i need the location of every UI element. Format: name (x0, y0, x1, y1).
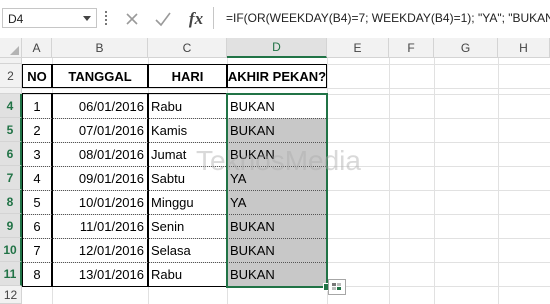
row-header-10[interactable]: 10 (0, 238, 22, 262)
column-header-e[interactable]: E (327, 38, 389, 58)
cell-akhir-pekan-active[interactable]: BUKAN (227, 94, 327, 118)
column-header-d[interactable]: D (227, 38, 327, 58)
quick-analysis-button[interactable] (328, 279, 346, 295)
insert-function-button[interactable]: fx (183, 6, 209, 32)
chevron-down-icon[interactable] (83, 16, 91, 21)
cell-tanggal[interactable]: 08/01/2016 (52, 142, 148, 166)
table-divider (226, 64, 228, 88)
header-tanggal[interactable]: TANGGAL (52, 64, 148, 88)
fx-icon: fx (188, 9, 204, 28)
cell-no[interactable]: 4 (22, 166, 52, 190)
enter-button[interactable] (150, 6, 176, 32)
header-akhir-pekan[interactable]: AKHIR PEKAN? (227, 64, 327, 88)
cell-no[interactable]: 8 (22, 262, 52, 286)
column-header-a[interactable]: A (22, 38, 52, 58)
cell-no[interactable]: 7 (22, 238, 52, 262)
row-separator (23, 118, 326, 119)
cell-hari[interactable]: Jumat (148, 142, 227, 166)
cell-tanggal[interactable]: 10/01/2016 (52, 190, 148, 214)
cell-no[interactable]: 6 (22, 214, 52, 238)
cell-akhir-pekan[interactable]: YA (227, 190, 327, 214)
row-header-12[interactable]: 12 (0, 286, 22, 304)
cell-akhir-pekan[interactable]: BUKAN (227, 238, 327, 262)
row-header-4[interactable]: 4 (0, 94, 22, 118)
row-header-6[interactable]: 6 (0, 142, 22, 166)
column-header-f[interactable]: F (389, 38, 434, 58)
cell-akhir-pekan[interactable]: YA (227, 166, 327, 190)
cell-hari[interactable]: Minggu (148, 190, 227, 214)
select-all-button[interactable] (0, 38, 22, 58)
row-header-5[interactable]: 5 (0, 118, 22, 142)
cell-akhir-pekan[interactable]: BUKAN (227, 214, 327, 238)
row-header-7[interactable]: 7 (0, 166, 22, 190)
column-header-g[interactable]: G (434, 38, 498, 58)
close-icon (126, 13, 138, 25)
cancel-button[interactable] (119, 6, 145, 32)
row-separator (23, 142, 326, 143)
cell-akhir-pekan[interactable]: BUKAN (227, 142, 327, 166)
column-header-b[interactable]: B (52, 38, 148, 58)
cell-hari[interactable]: Rabu (148, 262, 227, 286)
table-divider (147, 64, 149, 88)
cell-akhir-pekan[interactable]: BUKAN (227, 118, 327, 142)
table-divider (51, 64, 53, 88)
cell-akhir-pekan[interactable]: BUKAN (227, 262, 327, 286)
header-no[interactable]: NO (22, 64, 52, 88)
select-all-icon (10, 46, 19, 55)
row-header-9[interactable]: 9 (0, 214, 22, 238)
header-hari[interactable]: HARI (148, 64, 227, 88)
row-header-8[interactable]: 8 (0, 190, 22, 214)
grip-dots-icon (105, 11, 107, 25)
row-separator (23, 166, 326, 167)
row-separator (23, 262, 326, 263)
row-separator (23, 214, 326, 215)
row-header-11[interactable]: 11 (0, 262, 22, 286)
row-separator (23, 190, 326, 191)
formula-text: =IF(OR(WEEKDAY(B4)=7; WEEKDAY(B4)=1); "Y… (226, 11, 550, 25)
cell-no[interactable]: 5 (22, 190, 52, 214)
column-header-h[interactable]: H (498, 38, 550, 58)
gridline (22, 88, 550, 89)
cell-tanggal[interactable]: 12/01/2016 (52, 238, 148, 262)
cell-no[interactable]: 2 (22, 118, 52, 142)
worksheet-grid[interactable]: A B C D E F G H 1 2 3 4 5 6 7 8 9 10 11 … (0, 38, 550, 304)
cell-hari[interactable]: Sabtu (148, 166, 227, 190)
name-box[interactable]: D4 (2, 8, 97, 28)
cell-hari[interactable]: Rabu (148, 94, 227, 118)
row-separator (23, 238, 326, 239)
name-box-value: D4 (8, 12, 24, 26)
cell-tanggal[interactable]: 07/01/2016 (52, 118, 148, 142)
cell-tanggal[interactable]: 11/01/2016 (52, 214, 148, 238)
cell-hari[interactable]: Selasa (148, 238, 227, 262)
row-header-2[interactable]: 2 (0, 64, 22, 88)
quick-analysis-icon (332, 283, 341, 290)
cell-tanggal[interactable]: 06/01/2016 (52, 94, 148, 118)
cell-tanggal[interactable]: 13/01/2016 (52, 262, 148, 286)
cell-no[interactable]: 3 (22, 142, 52, 166)
gridline (22, 286, 550, 287)
cell-hari[interactable]: Kamis (148, 118, 227, 142)
column-header-c[interactable]: C (148, 38, 227, 58)
formula-bar-area: D4 fx =IF(OR(WEEKDAY(B4)=7; WEEKDAY(B4)=… (0, 0, 550, 38)
cell-tanggal[interactable]: 09/01/2016 (52, 166, 148, 190)
cell-hari[interactable]: Senin (148, 214, 227, 238)
cell-no[interactable]: 1 (22, 94, 52, 118)
formula-input[interactable]: =IF(OR(WEEKDAY(B4)=7; WEEKDAY(B4)=1); "Y… (213, 7, 550, 29)
check-icon (155, 12, 171, 27)
